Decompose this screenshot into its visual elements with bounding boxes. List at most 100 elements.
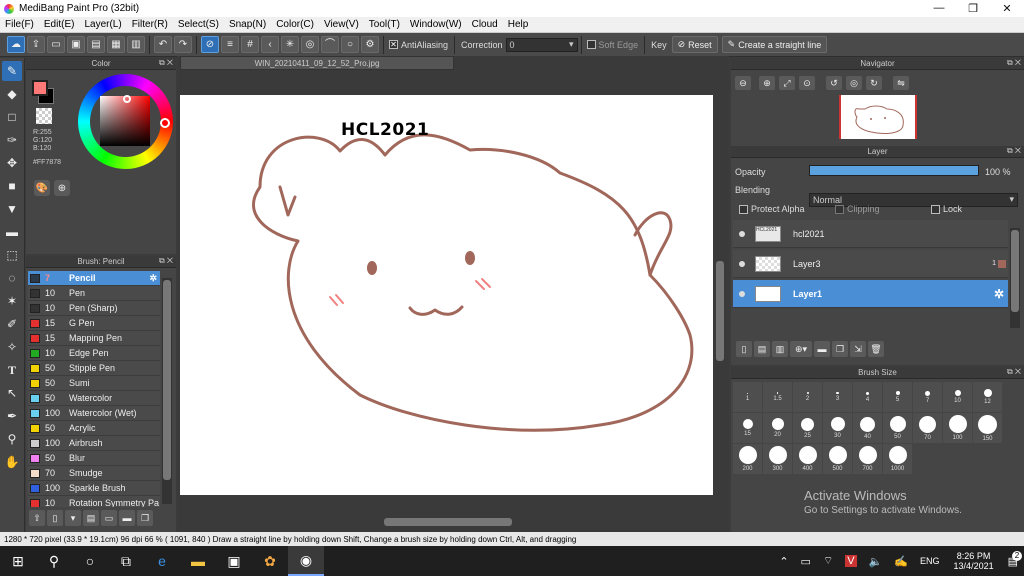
palette-add-icon[interactable]: ⊕: [54, 180, 70, 196]
brush-menu-icon[interactable]: ▾: [65, 510, 81, 526]
edge-browser-icon[interactable]: e: [144, 546, 180, 576]
battery-icon[interactable]: ▭: [801, 555, 811, 568]
gradient-tool-icon[interactable]: ▬: [2, 222, 22, 242]
move-tool-icon[interactable]: ✥: [2, 153, 22, 173]
brush-item[interactable]: 10 Pen (Sharp): [28, 301, 160, 316]
create-straight-line-button[interactable]: ✎ Create a straight line: [721, 36, 828, 53]
select-tool-icon[interactable]: ⬚: [2, 245, 22, 265]
layer-row-selected[interactable]: Layer1 ✲: [733, 280, 1008, 308]
brush-tool-icon[interactable]: ✎: [2, 61, 22, 81]
dot-tool-icon[interactable]: □: [2, 107, 22, 127]
reset-button[interactable]: ⊘ Reset: [671, 36, 718, 53]
clock[interactable]: 8:26 PM 13/4/2021: [954, 551, 994, 571]
menu-filter[interactable]: Filter(R): [127, 19, 173, 30]
rotate-right-icon[interactable]: ↻: [866, 76, 882, 90]
brush-item[interactable]: 10 Pen: [28, 286, 160, 301]
brush-item[interactable]: 10 Edge Pen: [28, 346, 160, 361]
brush-item[interactable]: 70 Smudge: [28, 466, 160, 481]
curve-snap-icon[interactable]: ⌒: [321, 36, 339, 53]
brush-size-option[interactable]: 400: [793, 444, 822, 474]
antialiasing-checkbox[interactable]: ✕: [389, 40, 398, 49]
brush-size-option[interactable]: 5: [883, 382, 912, 412]
zoom-out-icon[interactable]: ⊖: [735, 76, 751, 90]
hue-picker-marker[interactable]: [160, 118, 170, 128]
delete-layer-icon[interactable]: 🗑: [868, 341, 884, 357]
frame-icon[interactable]: ▥: [127, 36, 145, 53]
document-tab[interactable]: WIN_20210411_09_12_52_Pro.jpg: [180, 56, 454, 70]
brush-size-option[interactable]: 150: [973, 413, 1002, 443]
cloud-icon[interactable]: ☁: [7, 36, 25, 53]
menu-snap[interactable]: Snap(N): [224, 19, 271, 30]
panel-close-icon[interactable]: ⧉ ✕: [1007, 367, 1021, 377]
circle-snap-icon[interactable]: ◎: [301, 36, 319, 53]
menu-cloud[interactable]: Cloud: [467, 19, 503, 30]
panel-close-icon[interactable]: ⧉ ✕: [1007, 146, 1021, 156]
rotate-left-icon[interactable]: ↺: [826, 76, 842, 90]
menu-layer[interactable]: Layer(L): [79, 19, 126, 30]
scrollbar-thumb[interactable]: [163, 280, 171, 480]
wifi-icon[interactable]: ⌔: [823, 554, 833, 568]
lock-toggle[interactable]: Lock: [929, 204, 965, 214]
medibang-taskbar-icon[interactable]: ◉: [288, 546, 324, 576]
rotate-reset-icon[interactable]: ◎: [846, 76, 862, 90]
vanishing-point-icon[interactable]: ‹: [261, 36, 279, 53]
navigator-preview[interactable]: [839, 95, 917, 139]
brush-size-option[interactable]: 300: [763, 444, 792, 474]
brush-size-option[interactable]: 10: [943, 382, 972, 412]
comment-icon[interactable]: ▭: [47, 36, 65, 53]
brush-size-option[interactable]: 700: [853, 444, 882, 474]
redo-icon[interactable]: ↷: [174, 36, 192, 53]
minimize-button[interactable]: —: [922, 2, 956, 15]
layer-row[interactable]: HCL2021 hcl2021: [733, 220, 1008, 248]
magic-wand-tool-icon[interactable]: ✶: [2, 291, 22, 311]
brush-add-icon[interactable]: ⇧: [29, 510, 45, 526]
ellipse-snap-icon[interactable]: ○: [341, 36, 359, 53]
layer-settings-gear-icon[interactable]: ✲: [994, 287, 1004, 301]
flip-icon[interactable]: ⇋: [893, 76, 909, 90]
lock-checkbox[interactable]: [931, 204, 940, 214]
radial-snap-icon[interactable]: ✳: [281, 36, 299, 53]
actual-size-icon[interactable]: ⊙: [799, 76, 815, 90]
protect-alpha-toggle[interactable]: Protect Alpha: [737, 204, 808, 214]
brush-size-option[interactable]: 12: [973, 382, 1002, 412]
brush-item[interactable]: 50 Blur: [28, 451, 160, 466]
zoom-in-icon[interactable]: ⊕: [759, 76, 775, 90]
brush-item[interactable]: 50 Acrylic: [28, 421, 160, 436]
primary-color-swatch[interactable]: [32, 80, 48, 96]
clipping-toggle[interactable]: Clipping: [833, 204, 883, 214]
pen-workspace-icon[interactable]: ✍: [894, 555, 908, 568]
menu-select[interactable]: Select(S): [173, 19, 224, 30]
brush-item[interactable]: 7 Pencil ✲: [28, 271, 160, 286]
brush-size-option[interactable]: 30: [823, 413, 852, 443]
panel-close-icon[interactable]: ⧉ ✕: [159, 256, 173, 266]
visibility-eye-icon[interactable]: [739, 260, 745, 267]
menu-file[interactable]: File(F): [0, 19, 39, 30]
brush-folder-icon[interactable]: ▬: [119, 510, 135, 526]
text-tool-icon[interactable]: T: [2, 360, 22, 380]
merge-layer-icon[interactable]: ⇲: [850, 341, 866, 357]
brush-size-option[interactable]: 40: [853, 413, 882, 443]
palette-icon[interactable]: 🎨: [34, 180, 50, 196]
notification-icon[interactable]: ▤ 2: [1008, 550, 1022, 568]
brush-list-scrollbar[interactable]: [162, 278, 172, 504]
undo-icon[interactable]: ↶: [154, 36, 172, 53]
fit-icon[interactable]: ⤢: [779, 76, 795, 90]
opacity-slider[interactable]: [809, 165, 979, 176]
canvas-horizontal-scrollbar[interactable]: [180, 516, 713, 528]
transparent-color-swatch[interactable]: [36, 108, 52, 124]
restore-button[interactable]: ❐: [956, 2, 990, 15]
correction-dropdown[interactable]: 0 ▾: [505, 37, 578, 52]
brush-size-option[interactable]: 4: [853, 382, 882, 412]
scrollbar-thumb[interactable]: [1011, 230, 1019, 312]
language-indicator[interactable]: ENG: [920, 556, 940, 566]
brush-size-option[interactable]: 1000: [883, 444, 912, 474]
menu-color[interactable]: Color(C): [271, 19, 319, 30]
volume-icon[interactable]: 🔈: [869, 555, 883, 568]
add-layer-menu-icon[interactable]: ⊕▾: [790, 341, 812, 357]
gear-icon[interactable]: ✲: [149, 273, 157, 284]
new-8bit-layer-icon[interactable]: ▥: [772, 341, 788, 357]
scrollbar-thumb[interactable]: [716, 261, 724, 361]
menu-tool[interactable]: Tool(T): [364, 19, 405, 30]
search-icon[interactable]: ⚲: [36, 546, 72, 576]
save-icon[interactable]: ▣: [67, 36, 85, 53]
